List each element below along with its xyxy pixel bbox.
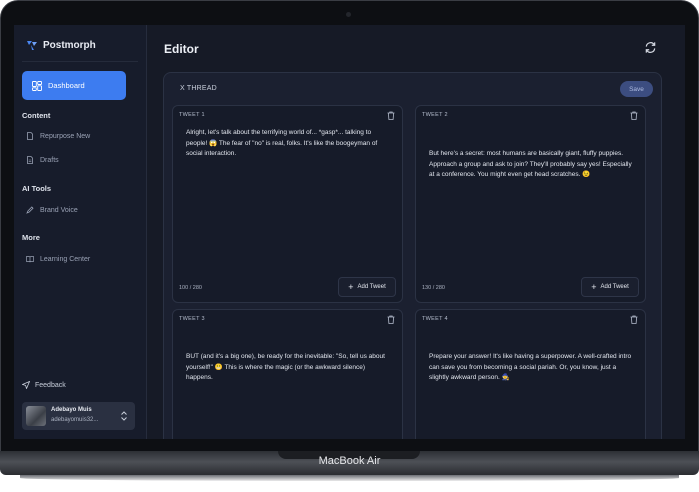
add-tweet-label: Add Tweet	[600, 284, 629, 290]
sidebar-item-label: Dashboard	[48, 81, 85, 90]
tweet-card[interactable]: TWEET 3 BUT (and it's a big one), be rea…	[172, 309, 403, 439]
tweet-card[interactable]: TWEET 4 Prepare your answer! It's like h…	[415, 309, 646, 439]
sidebar-item-dashboard[interactable]: Dashboard	[22, 71, 126, 100]
save-button[interactable]: Save	[620, 81, 653, 97]
character-count: 130 / 280	[422, 285, 445, 291]
chevron-up-down-icon	[121, 411, 127, 421]
tweet-text[interactable]: BUT (and it's a big one), be ready for t…	[186, 352, 392, 384]
refresh-icon[interactable]	[644, 41, 657, 54]
section-heading-more: More	[22, 233, 40, 242]
sidebar-item-label: Brand Voice	[40, 206, 78, 214]
document-icon	[27, 132, 33, 140]
add-tweet-label: Add Tweet	[357, 284, 386, 290]
brand-name: Postmorph	[43, 39, 96, 51]
sidebar-item-label: Drafts	[40, 156, 59, 164]
sidebar-item-learning-center[interactable]: Learning Center	[26, 255, 90, 263]
tweet-text[interactable]: Alright, let's talk about the terrifying…	[186, 128, 392, 160]
user-name: Adebayo Muis	[51, 407, 92, 413]
app-screen: Postmorph Dashboard Content Repurpose Ne…	[14, 25, 685, 439]
tweet-text[interactable]: Prepare your answer! It's like having a …	[429, 352, 635, 384]
page-title: Editor	[164, 42, 199, 56]
trash-icon[interactable]	[630, 111, 638, 120]
trash-icon[interactable]	[387, 111, 395, 120]
plus-icon: +	[348, 281, 354, 292]
send-icon	[22, 381, 30, 389]
section-heading-content: Content	[22, 111, 51, 120]
divider	[22, 61, 138, 62]
tweet-text[interactable]: But here's a secret: most humans are bas…	[429, 149, 635, 181]
trash-icon[interactable]	[630, 315, 638, 324]
sidebar-item-label: Learning Center	[40, 255, 91, 263]
tweet-label: TWEET 3	[179, 316, 205, 322]
thread-panel: X THREAD Save TWEET 1 Alright, let's tal…	[163, 72, 662, 439]
tweet-label: TWEET 4	[422, 316, 448, 322]
dashboard-icon	[32, 80, 42, 91]
sidebar: Postmorph Dashboard Content Repurpose Ne…	[14, 25, 147, 439]
avatar	[26, 406, 46, 426]
tweet-card[interactable]: TWEET 2 But here's a secret: most humans…	[415, 105, 646, 303]
trash-icon[interactable]	[387, 315, 395, 324]
laptop-frame: Postmorph Dashboard Content Repurpose Ne…	[0, 0, 699, 492]
feedback-link[interactable]: Feedback	[22, 381, 66, 389]
camera-icon	[346, 12, 351, 17]
device-label: MacBook Air	[318, 455, 381, 467]
sidebar-item-brand-voice[interactable]: Brand Voice	[26, 206, 78, 214]
add-tweet-button[interactable]: + Add Tweet	[581, 277, 639, 297]
base-shadow	[20, 475, 679, 481]
sidebar-item-drafts[interactable]: Drafts	[26, 156, 59, 164]
brand[interactable]: Postmorph	[26, 39, 96, 51]
file-icon	[27, 156, 33, 164]
sidebar-item-label: Repurpose New	[40, 132, 91, 140]
pen-icon	[26, 206, 34, 214]
panel-title: X THREAD	[180, 85, 217, 92]
user-email: adebayomuis32...	[51, 417, 99, 423]
tweet-label: TWEET 2	[422, 112, 448, 118]
tweet-card[interactable]: TWEET 1 Alright, let's talk about the te…	[172, 105, 403, 303]
plus-icon: +	[591, 281, 597, 292]
postmorph-logo-icon	[27, 41, 37, 50]
add-tweet-button[interactable]: + Add Tweet	[338, 277, 396, 297]
tweet-label: TWEET 1	[179, 112, 205, 118]
user-menu[interactable]: Adebayo Muis adebayomuis32...	[22, 402, 135, 430]
sidebar-item-repurpose-new[interactable]: Repurpose New	[26, 132, 90, 140]
feedback-label: Feedback	[35, 381, 66, 389]
character-count: 100 / 280	[179, 285, 202, 291]
main-area: Editor X THREAD Save TWEET 1 Alright, le…	[147, 25, 685, 439]
book-icon	[26, 256, 34, 263]
section-heading-ai-tools: AI Tools	[22, 184, 52, 193]
